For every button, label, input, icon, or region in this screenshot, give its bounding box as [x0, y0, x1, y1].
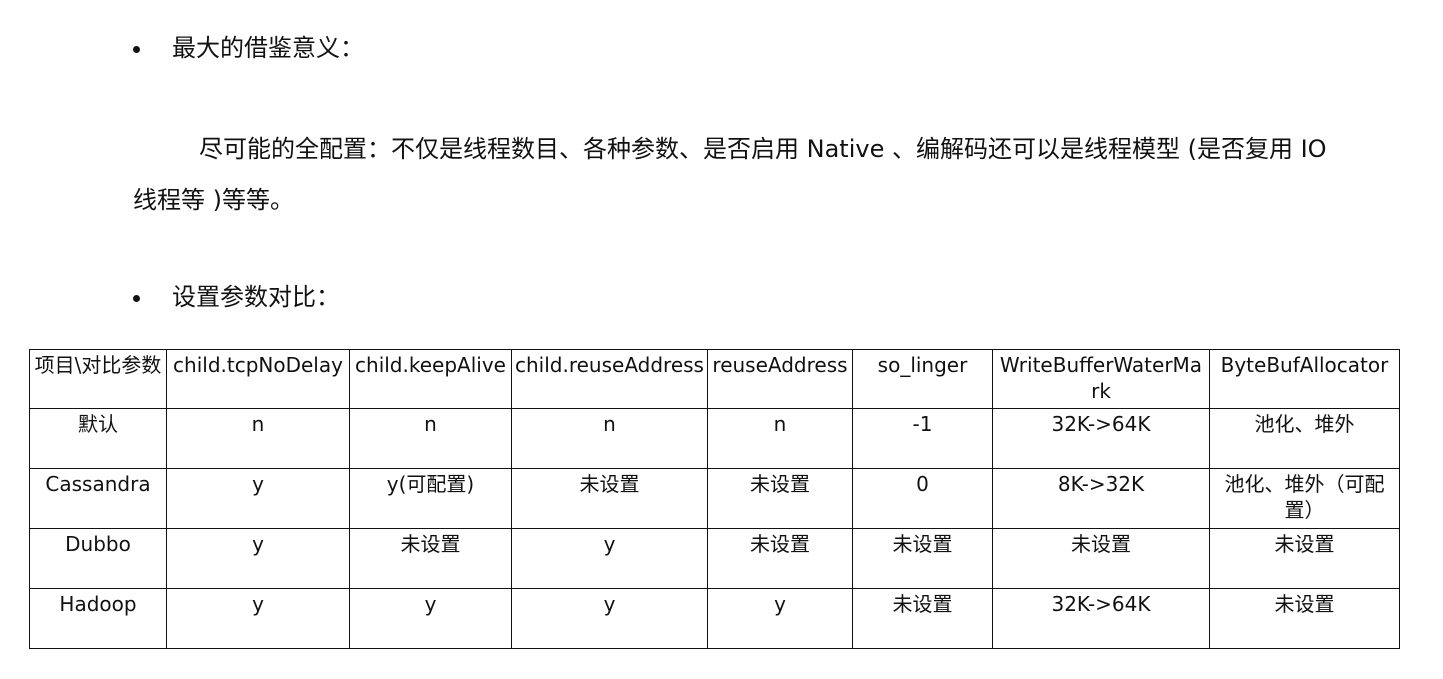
param-comparison-table: 项目\对比参数 child.tcpNoDelay child.keepAlive… — [29, 349, 1400, 649]
table-cell: y(可配置) — [349, 468, 512, 529]
header-cell: child.reuseAddress — [511, 349, 708, 409]
header-cell: child.tcpNoDelay — [166, 349, 350, 409]
table-cell: 未设置 — [992, 528, 1210, 589]
bullet-item-inspiration: 最大的借鉴意义： — [133, 32, 364, 64]
table-cell: y — [166, 528, 350, 589]
bullet-text: 设置参数对比： — [172, 283, 340, 311]
bullet-dot-icon — [133, 45, 140, 53]
table-cell: Cassandra — [29, 468, 167, 529]
table-cell: 32K->64K — [992, 588, 1210, 649]
table-cell: y — [166, 588, 350, 649]
header-cell: child.keepAlive — [349, 349, 512, 409]
table-cell: -1 — [852, 408, 993, 469]
description-paragraph: 尽可能的全配置：不仅是线程数目、各种参数、是否启用 Native 、编解码还可以… — [133, 135, 1327, 214]
bullet-item-param-compare: 设置参数对比： — [133, 281, 340, 313]
table-cell: Hadoop — [29, 588, 167, 649]
table-cell: y — [349, 588, 512, 649]
table-cell: n — [166, 408, 350, 469]
header-cell: WriteBufferWaterMark — [992, 349, 1210, 409]
header-cell: reuseAddress — [707, 349, 853, 409]
bullet-dot-icon — [133, 294, 140, 302]
table-cell: n — [349, 408, 512, 469]
table-row: Hadoop y y y y 未设置 32K->64K 未设置 — [29, 588, 1400, 649]
bullet-text: 最大的借鉴意义： — [172, 34, 364, 62]
table-cell: n — [707, 408, 853, 469]
table-cell: y — [166, 468, 350, 529]
table-cell: 未设置 — [1209, 528, 1400, 589]
table-cell: 未设置 — [349, 528, 512, 589]
table-cell: Dubbo — [29, 528, 167, 589]
table-cell: 未设置 — [707, 468, 853, 529]
table-cell: y — [511, 528, 708, 589]
table-cell: y — [707, 588, 853, 649]
table-cell: 8K->32K — [992, 468, 1210, 529]
header-cell: so_linger — [852, 349, 993, 409]
table-cell: 未设置 — [1209, 588, 1400, 649]
header-cell: 项目\对比参数 — [29, 349, 167, 409]
table-cell: y — [511, 588, 708, 649]
table-cell: n — [511, 408, 708, 469]
table-row: 默认 n n n n -1 32K->64K 池化、堆外 — [29, 408, 1400, 469]
table-cell: 32K->64K — [992, 408, 1210, 469]
table-row: Cassandra y y(可配置) 未设置 未设置 0 8K->32K 池化、… — [29, 468, 1400, 529]
table-cell: 未设置 — [511, 468, 708, 529]
table-cell: 未设置 — [852, 588, 993, 649]
table-cell: 未设置 — [852, 528, 993, 589]
table-cell: 池化、堆外 — [1209, 408, 1400, 469]
table-cell: 默认 — [29, 408, 167, 469]
header-cell: ByteBufAllocator — [1209, 349, 1400, 409]
table-header-row: 项目\对比参数 child.tcpNoDelay child.keepAlive… — [29, 349, 1400, 409]
table-cell: 池化、堆外（可配置） — [1209, 468, 1400, 529]
table-cell: 未设置 — [707, 528, 853, 589]
table-cell: 0 — [852, 468, 993, 529]
table-row: Dubbo y 未设置 y 未设置 未设置 未设置 未设置 — [29, 528, 1400, 589]
